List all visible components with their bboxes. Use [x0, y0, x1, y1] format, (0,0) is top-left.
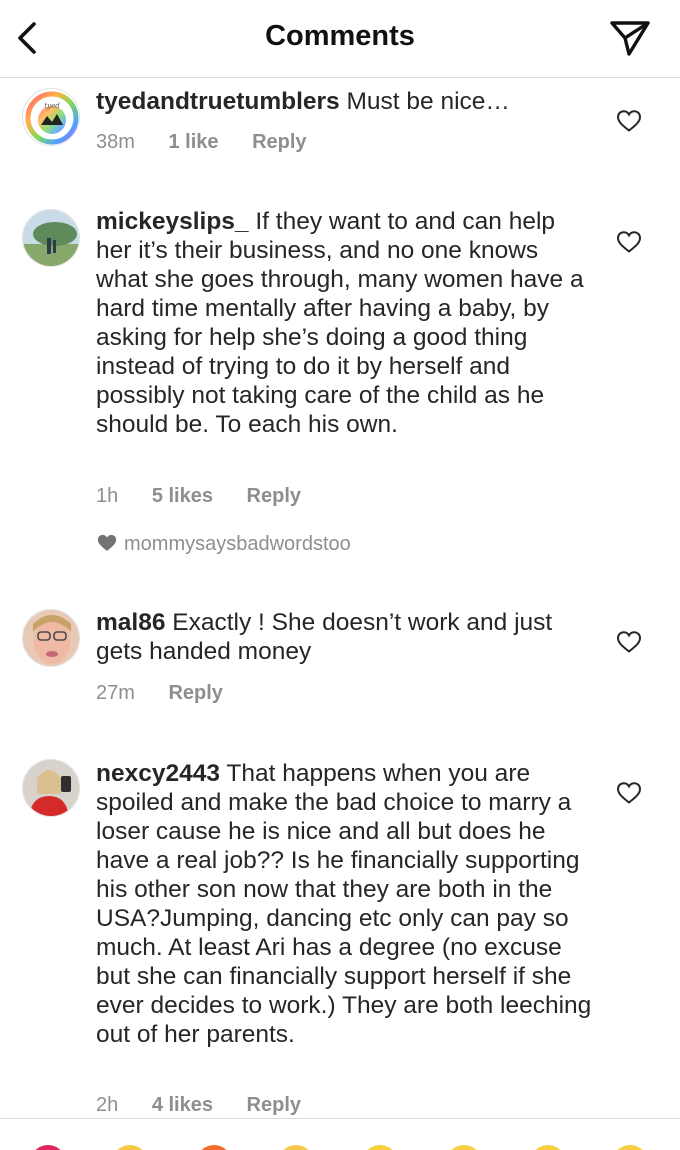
- avatar[interactable]: [22, 209, 80, 267]
- filled-heart-icon: [97, 534, 117, 551]
- comment-username[interactable]: mickeyslips_: [96, 208, 249, 235]
- comment-username[interactable]: tyedandtruetumblers: [96, 88, 340, 115]
- comment-likes[interactable]: 1 like: [168, 131, 218, 154]
- heart-icon[interactable]: [616, 781, 642, 805]
- comment-meta: 1h 5 likes Reply: [96, 485, 329, 508]
- reply-button[interactable]: Reply: [247, 485, 301, 508]
- heart-icon[interactable]: [616, 109, 642, 133]
- comment-time: 1h: [96, 485, 119, 507]
- header-bar: Comments: [0, 0, 680, 78]
- svg-text:tyed: tyed: [44, 102, 60, 110]
- comment-likes[interactable]: 5 likes: [152, 485, 213, 508]
- page-title: Comments: [265, 20, 415, 52]
- comment-username[interactable]: nexcy2443: [96, 760, 220, 787]
- heart-eyes-emoji-icon[interactable]: [446, 1145, 482, 1150]
- comment-meta: 38m 1 like Reply: [96, 131, 335, 154]
- surprised-face-emoji-icon[interactable]: [530, 1145, 566, 1150]
- comment-text: Exactly ! She doesn’t work and just gets…: [96, 609, 553, 665]
- reply-button[interactable]: Reply: [252, 131, 306, 154]
- avatar[interactable]: tyed: [22, 88, 80, 146]
- comment-text: Must be nice…: [346, 88, 510, 115]
- liked-by-username: mommysaysbadwordstoo: [124, 533, 351, 555]
- comment-username[interactable]: mal86: [96, 609, 165, 636]
- comment-text: If they want to and can help her it’s th…: [96, 208, 584, 438]
- comment-likes[interactable]: 4 likes: [152, 1094, 213, 1117]
- heart-icon[interactable]: [616, 630, 642, 654]
- comment-body: nexcy2443 That happens when you are spoi…: [96, 759, 596, 1049]
- comment-body: mal86 Exactly ! She doesn’t work and jus…: [96, 608, 596, 666]
- comment-time: 27m: [96, 682, 135, 704]
- paper-plane-icon[interactable]: [608, 18, 652, 58]
- heart-icon[interactable]: [616, 230, 642, 254]
- creator-liked-row[interactable]: mommysaysbadwordstoo: [96, 533, 351, 556]
- comment-body: mickeyslips_ If they want to and can hel…: [96, 207, 596, 439]
- crying-face-emoji-icon[interactable]: [362, 1145, 398, 1150]
- avatar[interactable]: [22, 609, 80, 667]
- reply-button[interactable]: Reply: [247, 1094, 301, 1117]
- comment-text: That happens when you are spoiled and ma…: [96, 760, 592, 1048]
- reply-button[interactable]: Reply: [168, 682, 222, 705]
- laughing-face-emoji-icon[interactable]: [612, 1145, 648, 1150]
- raised-hands-emoji-icon[interactable]: [112, 1145, 148, 1150]
- comment-time: 2h: [96, 1094, 119, 1116]
- red-heart-emoji-icon[interactable]: [30, 1145, 66, 1150]
- comment-meta: 27m Reply: [96, 682, 251, 705]
- comment-meta: 2h 4 likes Reply: [96, 1094, 329, 1117]
- comment-body: tyedandtruetumblers Must be nice…: [96, 87, 596, 116]
- fire-emoji-icon[interactable]: [196, 1145, 232, 1150]
- avatar[interactable]: [22, 759, 80, 817]
- comment-time: 38m: [96, 131, 135, 153]
- clapping-emoji-icon[interactable]: [278, 1145, 314, 1150]
- emoji-reaction-bar: [0, 1118, 680, 1150]
